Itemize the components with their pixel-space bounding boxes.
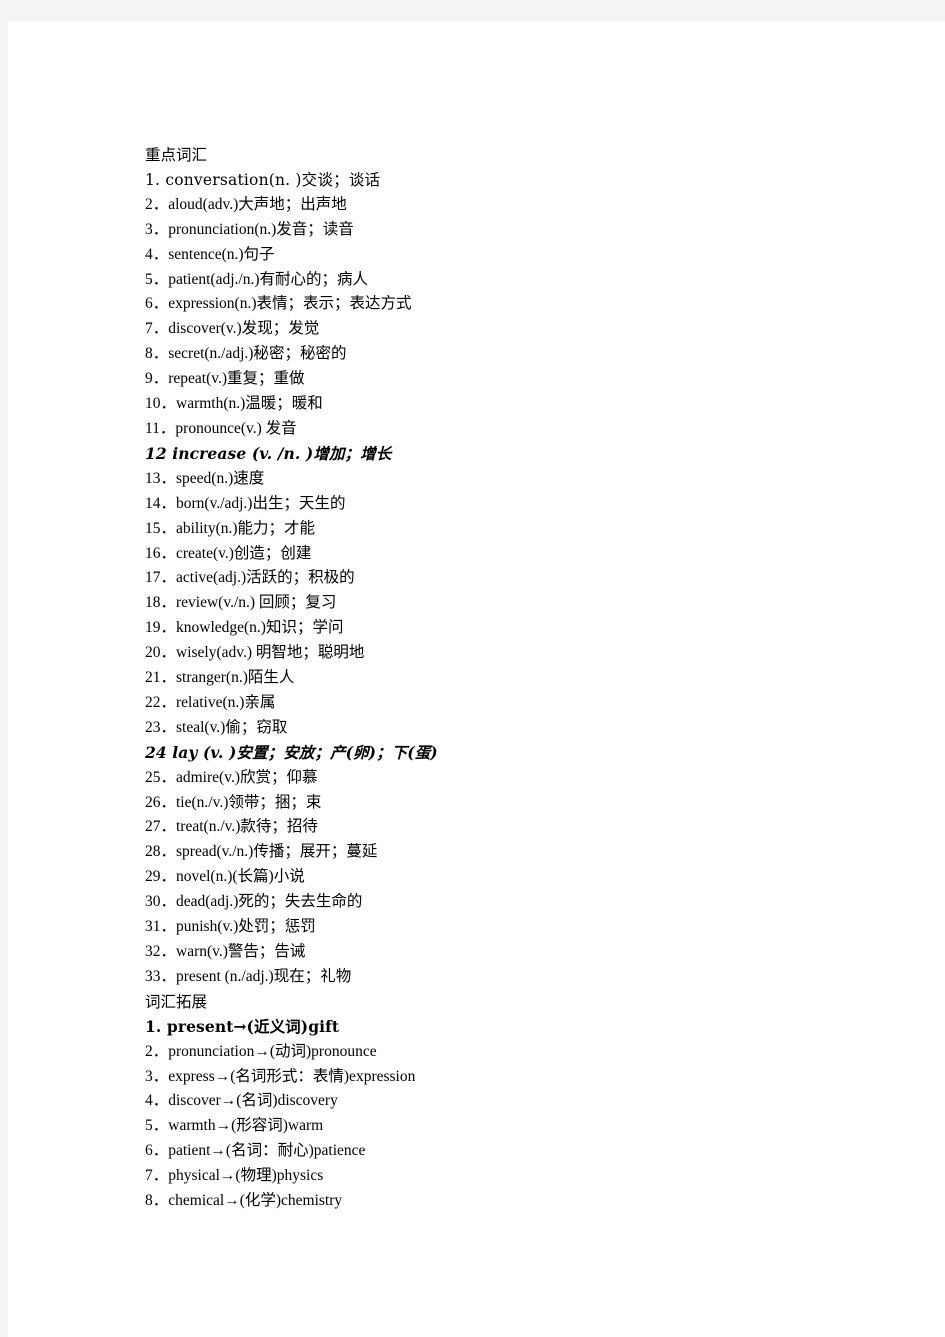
vocabulary-entry: 7．discover(v.)发现；发觉 [145,320,320,338]
vocabulary-entry: 7．physical→(物理)physics [145,1167,324,1185]
vocabulary-entry: 4．sentence(n.)句子 [145,245,275,263]
vocabulary-entry: 4．discover→(名词)discovery [145,1092,338,1110]
vocabulary-entry: 21．stranger(n.)陌生人 [145,669,295,687]
vocabulary-entry: 23．steal(v.)偷；窃取 [145,718,288,736]
vocabulary-entry: 8．secret(n./adj.)秘密；秘密的 [145,345,347,363]
vocabulary-entry: 15．ability(n.)能力；才能 [145,519,316,537]
vocabulary-entry: 27．treat(n./v.)款待；招待 [145,818,318,836]
vocabulary-list: 1. conversation(n. )交谈；谈话 2．aloud(adv.)大声… [145,168,845,990]
vocabulary-entry: 8．chemical→(化学)chemistry [145,1192,343,1210]
vocabulary-entry: 3．pronunciation(n.)发音；读音 [145,220,354,238]
vocabulary-entry: 26．tie(n./v.)领带；捆；束 [145,793,322,811]
section-key-vocabulary: 重点词汇 1. conversation(n. )交谈；谈话 2．aloud(ad… [145,143,845,990]
vocabulary-entry: 19．knowledge(n.)知识；学问 [145,619,344,637]
vocabulary-entry: 10．warmth(n.)温暖；暖和 [145,395,323,413]
vocabulary-entry: 2．aloud(adv.)大声地；出声地 [145,195,347,213]
vocabulary-entry: 11．pronounce(v.) 发音 [145,419,297,437]
vocabulary-entry: 5．patient(adj./n.)有耐心的；病人 [145,270,368,288]
vocabulary-entry: 6．expression(n.)表情；表示；表达方式 [145,295,412,313]
vocabulary-entry: 1. conversation(n. )交谈；谈话 [145,170,381,189]
vocabulary-entry: 22．relative(n.)亲属 [145,693,276,711]
section-vocabulary-expansion: 词汇拓展 1. present→(近义词)gift 2．pronunciation… [145,990,845,1214]
vocabulary-entry: 13．speed(n.)速度 [145,469,265,487]
section-heading-key-vocabulary: 重点词汇 [145,146,208,164]
vocabulary-entry: 28．spread(v./n.)传播；展开；蔓延 [145,843,378,861]
section-heading-vocabulary-expansion: 词汇拓展 [145,992,208,1011]
expansion-list: 1. present→(近义词)gift 2．pronunciation→(动词)… [145,1015,845,1214]
vocabulary-entry: 5．warmth→(形容词)warm [145,1117,324,1135]
vocabulary-entry: 6．patient→(名词：耐心)patience [145,1142,366,1160]
vocabulary-entry: 1. present→(近义词)gift [145,1016,340,1036]
vocabulary-entry: 18．review(v./n.) 回顾；复习 [145,594,337,612]
vocabulary-entry: 30．dead(adj.)死的；失去生命的 [145,893,363,911]
vocabulary-entry: 2．pronunciation→(动词)pronounce [145,1042,377,1060]
vocabulary-entry: 29．novel(n.)(长篇)小说 [145,868,305,886]
vocabulary-entry: 3．express→(名词形式：表情)expression [145,1067,416,1085]
vocabulary-entry: 16．create(v.)创造；创建 [145,544,312,562]
vocabulary-entry: 9．repeat(v.)重复；重做 [145,370,305,388]
vocabulary-entry: 20．wisely(adv.) 明智地；聪明地 [145,644,365,662]
vocabulary-entry: 32．warn(v.)警告；告诫 [145,943,306,960]
page-sheet: 重点词汇 1. conversation(n. )交谈；谈话 2．aloud(ad… [8,21,945,1337]
vocabulary-entry: 33．present (n./adj.)现在；礼物 [145,967,352,985]
vocabulary-entry: 24 lay (v. )安置；安放；产(卵)；下(蛋) [145,742,438,762]
vocabulary-entry: 14．born(v./adj.)出生；天生的 [145,494,346,512]
vocabulary-entry: 25．admire(v.)欣赏；仰慕 [145,768,318,786]
document-content: 重点词汇 1. conversation(n. )交谈；谈话 2．aloud(ad… [145,143,845,1214]
vocabulary-entry: 12 increase (v. /n. )增加；增长 [145,443,392,463]
vocabulary-entry: 17．active(adj.)活跃的；积极的 [145,569,355,587]
vocabulary-entry: 31．punish(v.)处罚；惩罚 [145,918,316,936]
